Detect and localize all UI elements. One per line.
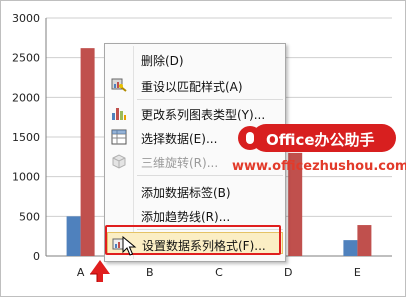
menu-item-add-data-labels[interactable]: 添加数据标签(B) <box>107 180 283 202</box>
3d-rotation-icon <box>112 154 126 169</box>
watermark-badge: Office办公助手 <box>238 124 396 152</box>
y-axis-ticks: 0 500 1000 1500 2000 2500 3000 <box>12 12 40 263</box>
menu-separator <box>137 175 283 176</box>
menu-item-label: 添加趋势线(R)... <box>141 210 231 224</box>
x-tick-label: D <box>284 266 292 279</box>
menu-item-label: 选择数据(E)... <box>141 132 218 146</box>
red-up-arrow-icon <box>90 260 110 282</box>
y-tick-label: 0 <box>33 250 40 263</box>
menu-item-delete[interactable]: 删除(D) <box>107 48 283 70</box>
menu-item-label: 删除(D) <box>141 54 184 68</box>
menu-item-add-trendline[interactable]: 添加趋势线(R)... <box>107 204 283 226</box>
menu-item-reset-style[interactable]: 重设以匹配样式(A) <box>107 74 283 96</box>
y-tick-label: 500 <box>19 210 40 223</box>
x-tick-label: A <box>77 266 85 279</box>
bar <box>80 48 95 256</box>
menu-item-change-chart-type[interactable]: 更改系列图表类型(Y)... <box>107 102 283 124</box>
mouse-cursor-icon <box>122 236 137 256</box>
bar <box>66 216 81 256</box>
y-tick-label: 2500 <box>12 52 40 65</box>
bar <box>343 240 358 256</box>
x-tick-label: B <box>146 266 154 279</box>
x-axis-ticks: A B C D E <box>77 266 361 279</box>
menu-item-label: 更改系列图表类型(Y)... <box>141 108 266 122</box>
chart-type-icon <box>112 108 126 120</box>
x-tick-label: E <box>354 266 361 279</box>
menu-separator <box>137 99 283 100</box>
watermark-brand: Office办公助手 <box>266 131 375 149</box>
x-tick-label: C <box>215 266 223 279</box>
office-logo-icon <box>238 126 262 150</box>
menu-item-label: 重设以匹配样式(A) <box>141 80 243 94</box>
select-data-icon <box>111 129 127 145</box>
y-tick-label: 2000 <box>12 91 40 104</box>
bar <box>357 225 372 256</box>
watermark-url: www.officezhushou.com <box>232 159 406 174</box>
reset-style-icon <box>111 78 127 92</box>
y-tick-label: 1000 <box>12 171 40 184</box>
menu-item-label: 添加数据标签(B) <box>141 186 231 200</box>
y-tick-label: 3000 <box>12 12 40 25</box>
y-tick-label: 1500 <box>12 131 40 144</box>
menu-item-label: 三维旋转(R)... <box>141 156 219 170</box>
